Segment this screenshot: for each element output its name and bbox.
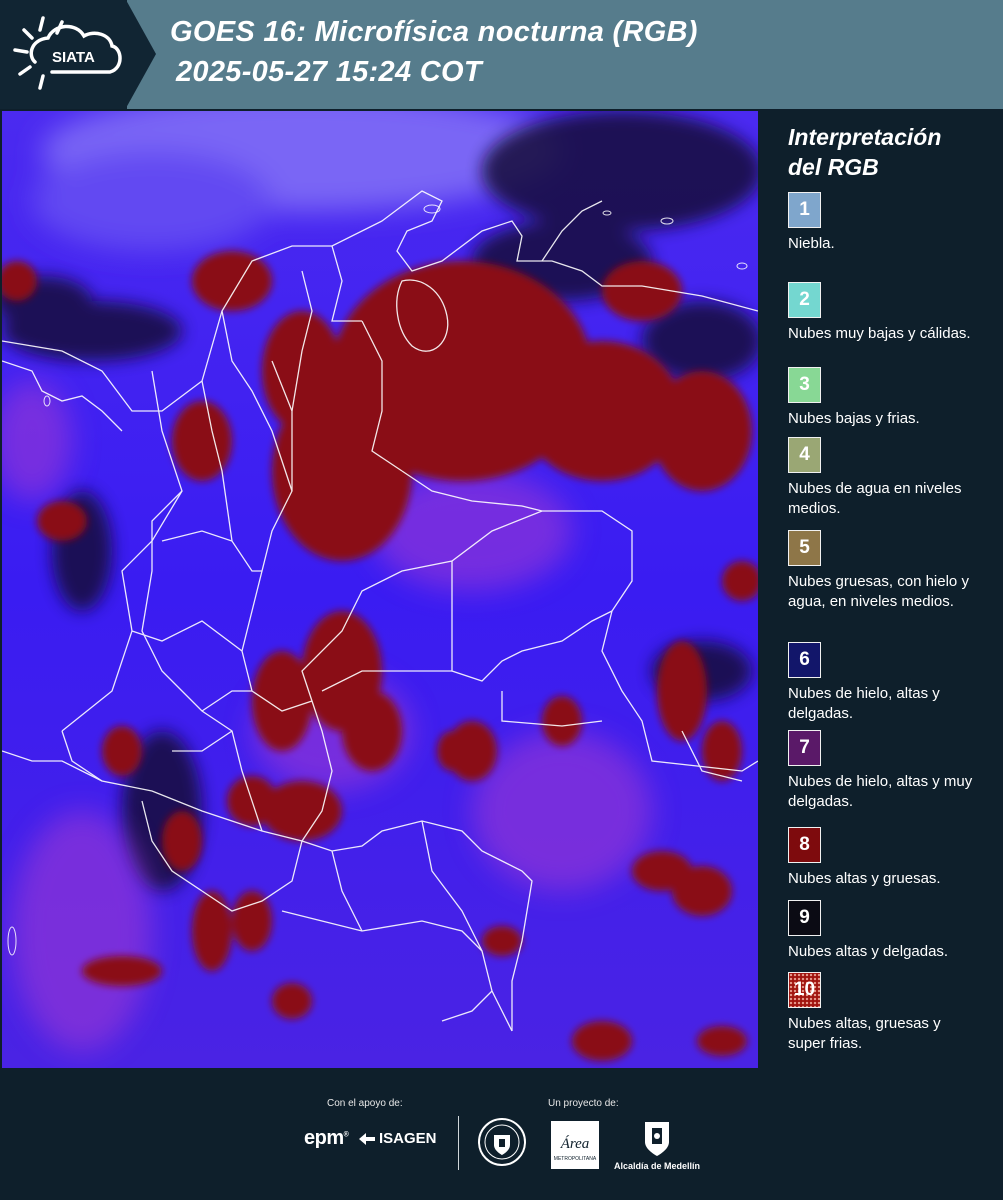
area-metropolitana-logo: Área METROPOLITANA <box>551 1121 599 1169</box>
legend-item-4: 4 Nubes de agua en niveles medios. <box>788 437 973 519</box>
legend-description: Nubes de hielo, altas y delgadas. <box>788 685 940 722</box>
header-bar: SIATA GOES 16: Microfísica nocturna (RGB… <box>0 0 1003 109</box>
siata-logo: SIATA <box>13 16 122 90</box>
legend-swatch: 10 <box>788 972 821 1008</box>
legend-swatch: 3 <box>788 367 821 403</box>
legend-description: Niebla. <box>788 235 835 252</box>
legend-item-2: 2 Nubes muy bajas y cálidas. <box>788 282 973 344</box>
legend-item-7: 7 Nubes de hielo, altas y muy delgadas. <box>788 730 973 812</box>
epm-logo: epm® <box>304 1127 349 1149</box>
legend-item-1: 1 Niebla. <box>788 192 973 254</box>
support-label: Con el apoyo de: <box>327 1098 403 1109</box>
legend-swatch: 6 <box>788 642 821 678</box>
legend-item-5: 5 Nubes gruesas, con hielo y agua, en niv… <box>788 530 973 612</box>
legend-item-10: 10 Nubes altas, gruesas y super frias. <box>788 972 973 1054</box>
logo-arrow-shape <box>126 0 156 108</box>
map-frame <box>0 109 760 1070</box>
epm-logo-text: epm <box>304 1127 344 1149</box>
satellite-rgb-map <box>2 111 758 1068</box>
legend-swatch: 7 <box>788 730 821 766</box>
medellin-coat-of-arms-icon <box>645 1122 669 1156</box>
legend-description: Nubes bajas y frias. <box>788 410 920 427</box>
legend-swatch: 8 <box>788 827 821 863</box>
logo-panel: SIATA <box>0 0 127 109</box>
legend-item-8: 8 Nubes altas y gruesas. <box>788 827 973 889</box>
legend-title: Interpretación del RGB <box>788 122 998 182</box>
legend-description: Nubes altas y delgadas. <box>788 943 949 960</box>
university-seal-icon <box>478 1118 526 1166</box>
legend-description: Nubes gruesas, con hielo y agua, en nive… <box>788 573 969 610</box>
project-label: Un proyecto de: <box>548 1098 619 1109</box>
isagen-logo-text: ISAGEN <box>379 1130 437 1147</box>
legend-title-line1: Interpretación <box>788 124 942 150</box>
alcaldia-label: Alcaldía de Medellín <box>613 1161 701 1171</box>
legend-item-9: 9 Nubes altas y delgadas. <box>788 900 973 962</box>
legend-swatch: 4 <box>788 437 821 473</box>
svg-text:METROPOLITANA: METROPOLITANA <box>554 1156 597 1162</box>
legend-description: Nubes de hielo, altas y muy delgadas. <box>788 773 973 810</box>
legend-swatch: 9 <box>788 900 821 936</box>
svg-text:SIATA: SIATA <box>52 49 95 66</box>
legend-title-line2: del RGB <box>788 154 879 180</box>
legend-description: Nubes altas, gruesas y super frias. <box>788 1015 941 1052</box>
legend-item-6: 6 Nubes de hielo, altas y delgadas. <box>788 642 973 724</box>
rgb-legend: Interpretación del RGB 1 Niebla. 2 Nubes mu… <box>778 122 998 1052</box>
legend-swatch: 2 <box>788 282 821 318</box>
legend-description: Nubes altas y gruesas. <box>788 870 941 887</box>
legend-item-3: 3 Nubes bajas y frias. <box>788 367 973 429</box>
footer-divider <box>458 1116 459 1170</box>
page-title: GOES 16: Microfísica nocturna (RGB) <box>170 16 698 48</box>
legend-description: Nubes muy bajas y cálidas. <box>788 325 971 342</box>
footer: Con el apoyo de: Un proyecto de: epm® IS… <box>0 1070 1003 1200</box>
alcaldia-logo: Alcaldía de Medellín <box>612 1118 702 1174</box>
legend-swatch: 1 <box>788 192 821 228</box>
isagen-logo: ISAGEN <box>357 1130 437 1147</box>
svg-text:Área: Área <box>560 1135 590 1152</box>
legend-description: Nubes de agua en niveles medios. <box>788 480 962 517</box>
isagen-mark-icon <box>359 1132 375 1145</box>
page-timestamp: 2025-05-27 15:24 COT <box>176 56 482 88</box>
legend-swatch: 5 <box>788 530 821 566</box>
